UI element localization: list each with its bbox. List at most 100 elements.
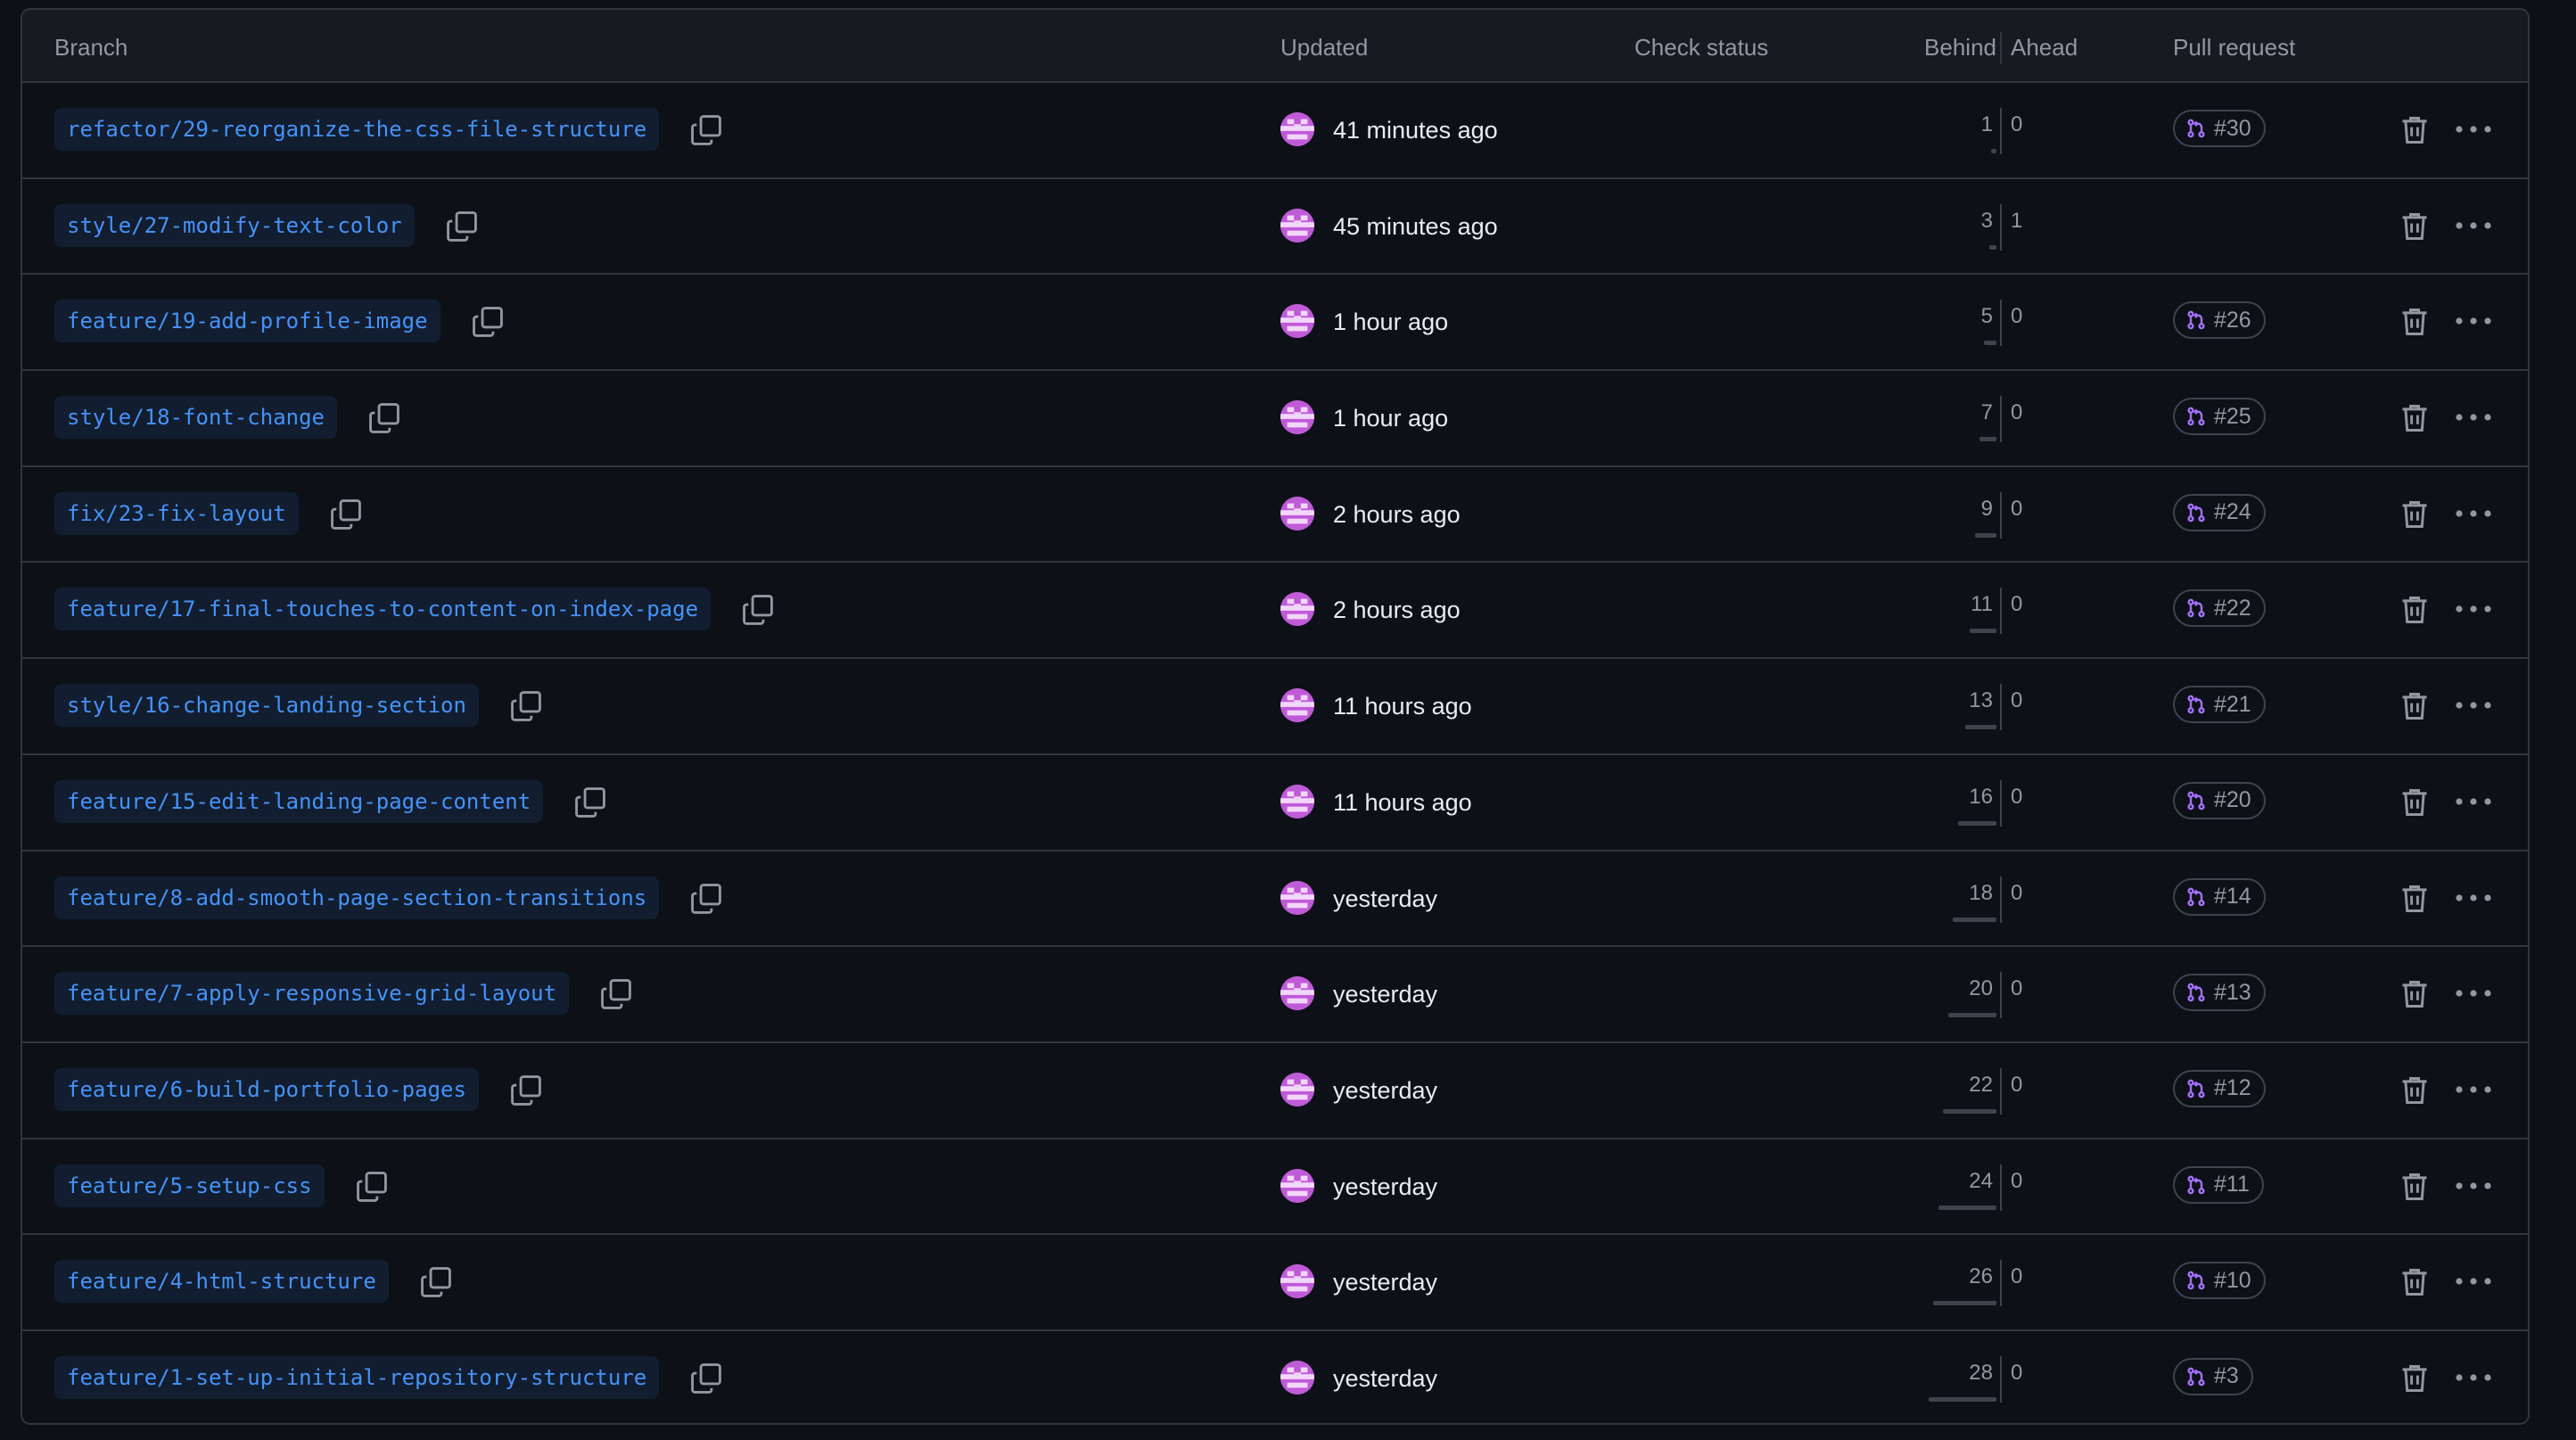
behind-bar	[1979, 437, 1996, 442]
branch-name-link[interactable]: feature/5-setup-css	[54, 1164, 325, 1207]
ahead-count: 0	[2011, 112, 2023, 136]
trash-icon[interactable]	[2399, 1074, 2431, 1107]
trash-icon[interactable]	[2399, 498, 2431, 531]
copy-icon[interactable]	[445, 210, 479, 243]
kebab-horizontal-icon[interactable]	[2453, 596, 2494, 622]
trash-icon[interactable]	[2399, 1170, 2431, 1204]
pull-request-badge[interactable]: #14	[2173, 877, 2266, 916]
avatar[interactable]	[1280, 688, 1314, 723]
behind-count: 9	[1980, 496, 1993, 521]
copy-icon[interactable]	[471, 305, 505, 339]
avatar[interactable]	[1280, 976, 1314, 1011]
branch-name-link[interactable]: feature/19-add-profile-image	[54, 300, 440, 343]
pull-request-badge[interactable]: #11	[2173, 1165, 2264, 1204]
avatar[interactable]	[1280, 1264, 1314, 1299]
avatar[interactable]	[1280, 400, 1314, 435]
avatar[interactable]	[1280, 112, 1314, 146]
updated-time: 11 hours ago	[1333, 788, 1472, 816]
branch-name-link[interactable]: fix/23-fix-layout	[54, 491, 299, 535]
avatar[interactable]	[1280, 208, 1314, 243]
git-pull-request-icon	[2185, 982, 2207, 1003]
copy-icon[interactable]	[573, 786, 607, 819]
copy-icon[interactable]	[741, 593, 775, 627]
branch-name-link[interactable]: style/27-modify-text-color	[54, 203, 415, 247]
kebab-horizontal-icon[interactable]	[2453, 404, 2494, 431]
trash-icon[interactable]	[2399, 1362, 2431, 1395]
avatar[interactable]	[1280, 784, 1314, 819]
pull-request-badge[interactable]: #3	[2173, 1357, 2253, 1395]
branch-name-link[interactable]: style/16-change-landing-section	[54, 684, 479, 728]
pull-request-number: #26	[2214, 307, 2251, 333]
pull-request-badge[interactable]: #20	[2173, 781, 2266, 819]
kebab-horizontal-icon[interactable]	[2453, 1268, 2494, 1295]
pull-request-badge[interactable]: #22	[2173, 589, 2266, 628]
ahead-count: 0	[2011, 784, 2023, 809]
kebab-horizontal-icon[interactable]	[2453, 692, 2494, 719]
pull-request-badge[interactable]: #30	[2173, 110, 2266, 147]
pull-request-badge[interactable]: #10	[2173, 1262, 2266, 1300]
git-pull-request-icon	[2185, 1174, 2207, 1196]
avatar[interactable]	[1280, 880, 1314, 915]
pull-request-badge[interactable]: #13	[2173, 974, 2266, 1012]
table-row: style/18-font-change 1 hour ago 7 0 #25	[22, 371, 2528, 467]
copy-icon[interactable]	[419, 1265, 453, 1299]
kebab-horizontal-icon[interactable]	[2453, 1076, 2494, 1103]
copy-icon[interactable]	[367, 401, 401, 435]
trash-icon[interactable]	[2399, 977, 2431, 1011]
copy-icon[interactable]	[509, 689, 543, 723]
copy-icon[interactable]	[689, 113, 723, 147]
avatar[interactable]	[1280, 1360, 1314, 1395]
trash-icon[interactable]	[2399, 1265, 2431, 1299]
kebab-horizontal-icon[interactable]	[2453, 1173, 2494, 1199]
behind-bar	[1989, 244, 1996, 250]
branch-name-link[interactable]: feature/7-apply-responsive-grid-layout	[54, 972, 570, 1016]
behind-count: 28	[1969, 1360, 1993, 1385]
copy-icon[interactable]	[689, 1362, 723, 1395]
branches-table: Branch Updated Check status Behind Ahead…	[21, 8, 2530, 1425]
branch-name-link[interactable]: feature/1-set-up-initial-repository-stru…	[54, 1355, 660, 1399]
avatar[interactable]	[1280, 304, 1314, 339]
branch-name-link[interactable]: style/18-font-change	[54, 396, 337, 440]
trash-icon[interactable]	[2399, 401, 2431, 435]
kebab-horizontal-icon[interactable]	[2453, 980, 2494, 1007]
kebab-horizontal-icon[interactable]	[2453, 212, 2494, 239]
pull-request-badge[interactable]: #12	[2173, 1069, 2266, 1107]
trash-icon[interactable]	[2399, 786, 2431, 819]
pull-request-number: #22	[2214, 595, 2251, 621]
branch-name-link[interactable]: feature/17-final-touches-to-content-on-i…	[54, 588, 712, 631]
kebab-horizontal-icon[interactable]	[2453, 885, 2494, 911]
pull-request-badge[interactable]: #24	[2173, 493, 2266, 531]
pull-request-badge[interactable]: #25	[2173, 398, 2266, 436]
behind-count: 18	[1969, 880, 1993, 905]
trash-icon[interactable]	[2399, 210, 2431, 243]
pull-request-badge[interactable]: #21	[2173, 686, 2266, 724]
updated-time: 2 hours ago	[1333, 597, 1461, 624]
trash-icon[interactable]	[2399, 593, 2431, 627]
avatar[interactable]	[1280, 592, 1314, 627]
copy-icon[interactable]	[355, 1170, 389, 1204]
avatar[interactable]	[1280, 1168, 1314, 1203]
table-row: feature/6-build-portfolio-pages yesterday…	[22, 1043, 2528, 1140]
avatar[interactable]	[1280, 1072, 1314, 1107]
trash-icon[interactable]	[2399, 882, 2431, 916]
branch-name-link[interactable]: feature/4-html-structure	[54, 1260, 389, 1304]
kebab-horizontal-icon[interactable]	[2453, 308, 2494, 334]
copy-icon[interactable]	[689, 882, 723, 916]
pull-request-badge[interactable]: #26	[2173, 301, 2266, 340]
branch-name-link[interactable]: feature/8-add-smooth-page-section-transi…	[54, 876, 660, 919]
branch-name-link[interactable]: refactor/29-reorganize-the-css-file-stru…	[54, 108, 660, 151]
kebab-horizontal-icon[interactable]	[2453, 116, 2494, 143]
trash-icon[interactable]	[2399, 305, 2431, 339]
ahead-count: 1	[2011, 208, 2023, 233]
copy-icon[interactable]	[329, 498, 363, 531]
trash-icon[interactable]	[2399, 689, 2431, 723]
kebab-horizontal-icon[interactable]	[2453, 1364, 2494, 1391]
copy-icon[interactable]	[599, 977, 633, 1011]
copy-icon[interactable]	[509, 1074, 543, 1107]
avatar[interactable]	[1280, 496, 1314, 531]
kebab-horizontal-icon[interactable]	[2453, 788, 2494, 815]
branch-name-link[interactable]: feature/15-edit-landing-page-content	[54, 779, 544, 823]
kebab-horizontal-icon[interactable]	[2453, 500, 2494, 527]
branch-name-link[interactable]: feature/6-build-portfolio-pages	[54, 1067, 479, 1111]
trash-icon[interactable]	[2399, 113, 2431, 147]
